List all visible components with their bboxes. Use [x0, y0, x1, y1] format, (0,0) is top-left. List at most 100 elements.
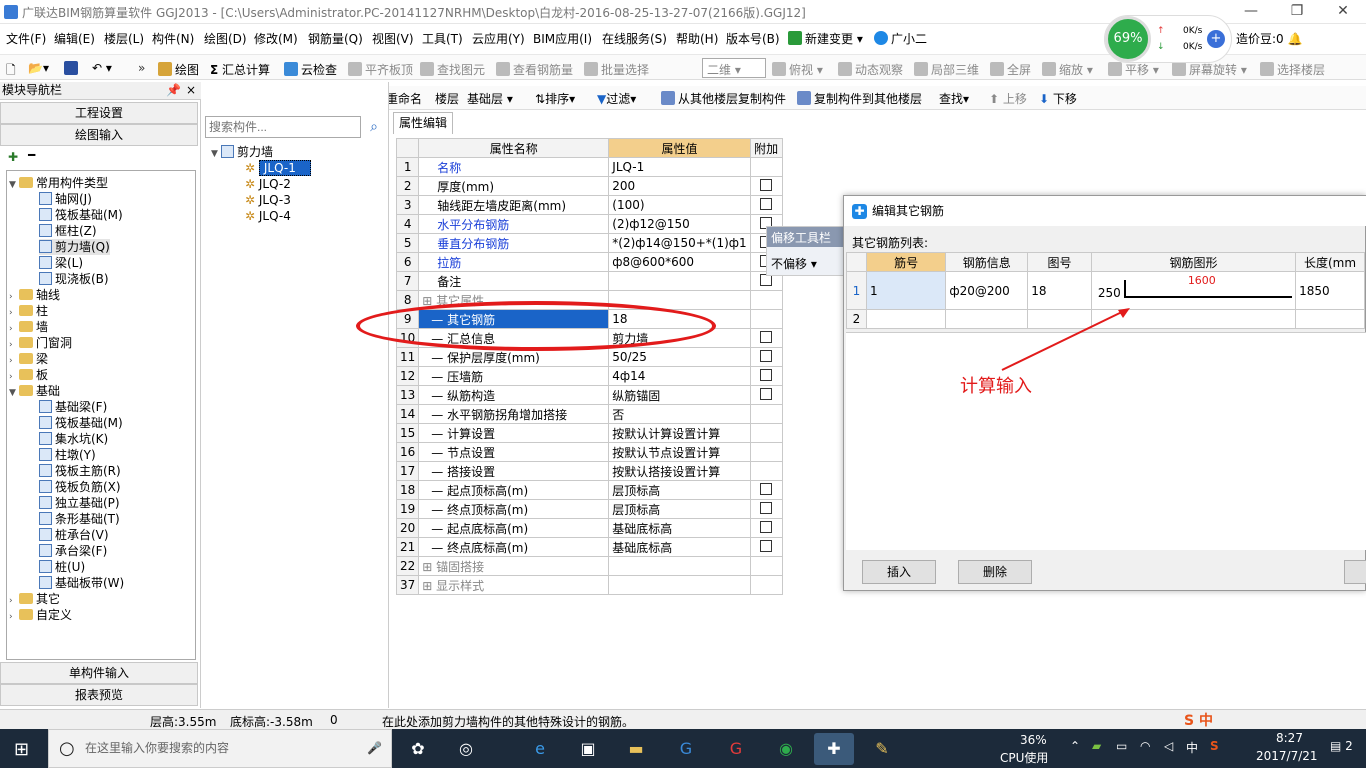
menu-floor[interactable]: 楼层(L) — [104, 30, 144, 47]
prop-value-cell[interactable]: 层顶标高 — [608, 480, 751, 500]
extra-checkbox[interactable] — [760, 178, 773, 191]
table-row[interactable]: 22 ⊞ 锚固搭接 — [395, 556, 783, 576]
table-row[interactable]: 6 拉筋 ф8@600*600 — [395, 252, 783, 272]
menu-new-change[interactable]: 新建变更 ▾ — [788, 30, 863, 47]
find-element-button[interactable]: 查找图元 — [420, 61, 485, 78]
view-mode-select[interactable]: 二维 ▾ — [702, 58, 766, 78]
menu-version[interactable]: 版本号(B) — [726, 30, 780, 47]
local-3d-button[interactable]: 局部三维 — [914, 61, 979, 78]
move-up-button[interactable]: ⬆ 上移 — [989, 90, 1027, 107]
tree-node-wall[interactable]: › 墙 — [9, 319, 48, 335]
tree-node-custom[interactable]: › 自定义 — [9, 607, 72, 623]
search-icon[interactable]: ⌕ — [363, 116, 385, 138]
prop-value-cell[interactable]: 50/25 — [608, 347, 751, 367]
project-settings-button[interactable]: 工程设置 — [0, 102, 198, 124]
pane-close-icon[interactable]: × — [186, 82, 196, 99]
length-cell[interactable] — [1295, 309, 1365, 329]
copy-from-floor-button[interactable]: 从其他楼层复制构件 — [661, 90, 786, 107]
table-row[interactable]: 2 厚度(mm) 200 — [395, 176, 783, 196]
tree-item-raft-main-rebar[interactable]: 筏板主筋(R) — [39, 463, 121, 479]
extra-checkbox[interactable] — [760, 501, 773, 514]
tree-item-slab[interactable]: 现浇板(B) — [39, 271, 109, 287]
tree-item-raft[interactable]: 筏板基础(M) — [39, 207, 123, 223]
table-row[interactable]: 21— 终点底标高(m) 基础底标高 — [395, 537, 783, 557]
component-item[interactable]: ✲ JLQ-1 — [245, 160, 311, 176]
taskbar-app-notes[interactable]: ✎ — [862, 733, 902, 765]
component-item[interactable]: ✲ JLQ-4 — [245, 208, 291, 224]
tree-item-raft-foundation[interactable]: 筏板基础(M) — [39, 415, 123, 431]
tray-volume-icon[interactable]: ◁ — [1164, 739, 1173, 753]
prop-value-cell[interactable]: *(2)ф14@150+*(1)ф1 — [608, 233, 751, 253]
mic-icon[interactable]: 🎤 — [367, 730, 382, 767]
dynamic-view-button[interactable]: 动态观察 — [838, 61, 903, 78]
prop-value-cell[interactable]: 按默认搭接设置计算 — [608, 461, 751, 481]
extra-checkbox[interactable] — [760, 368, 773, 381]
prop-value-cell[interactable]: 基础底标高 — [608, 537, 751, 557]
undo-icon[interactable]: ↶ ▾ — [92, 61, 112, 75]
table-row[interactable]: 20— 起点底标高(m) 基础底标高 — [395, 518, 783, 538]
delete-button[interactable]: 删除 — [958, 560, 1032, 584]
filter-button[interactable]: ▼过滤▾ — [597, 90, 636, 107]
menu-tools[interactable]: 工具(T) — [422, 30, 463, 47]
table-row[interactable]: 13— 纵筋构造 纵筋锚固 — [395, 385, 783, 405]
extra-checkbox[interactable] — [760, 539, 773, 552]
sogou-ime-icon[interactable]: S 中 — [1184, 710, 1213, 730]
prop-value-cell[interactable]: 200 — [608, 176, 751, 196]
menu-online[interactable]: 在线服务(S) — [602, 30, 667, 47]
tray-nvidia-icon[interactable]: ▰ — [1092, 739, 1101, 753]
prop-value-cell[interactable]: 4ф14 — [608, 366, 751, 386]
open-file-icon[interactable]: 📂▾ — [28, 61, 49, 75]
copy-to-floor-button[interactable]: 复制构件到其他楼层 — [797, 90, 922, 107]
draw-input-button[interactable]: 绘图输入 — [0, 124, 198, 146]
single-component-input-button[interactable]: 单构件输入 — [0, 662, 198, 684]
overhead-view-button[interactable]: 俯视 ▾ — [772, 61, 823, 78]
tray-date[interactable]: 2017/7/21 — [1256, 749, 1318, 763]
menu-view[interactable]: 视图(V) — [372, 30, 414, 47]
save-icon[interactable] — [64, 61, 81, 76]
taskbar-app-explorer[interactable]: ▬ — [616, 733, 656, 765]
plus-icon[interactable]: + — [1207, 30, 1225, 48]
prop-value-cell[interactable]: 层顶标高 — [608, 499, 751, 519]
notification-icon[interactable]: ▤ 2 — [1330, 739, 1353, 753]
table-row[interactable]: 19— 终点顶标高(m) 层顶标高 — [395, 499, 783, 519]
taskbar-app-glodon[interactable]: G — [666, 733, 706, 765]
tray-chevron-icon[interactable]: ⌃ — [1070, 739, 1080, 753]
menu-draw[interactable]: 绘图(D) — [204, 30, 247, 47]
taskbar-app-pinwheel[interactable]: ✿ — [398, 733, 438, 765]
tree-item-pile-cap[interactable]: 桩承台(V) — [39, 527, 109, 543]
tree-item-axis-grid[interactable]: 轴网(J) — [39, 191, 92, 207]
taskbar-app-browser[interactable]: ◎ — [446, 733, 486, 765]
extra-checkbox[interactable] — [760, 387, 773, 400]
more-button[interactable] — [1344, 560, 1366, 584]
tree-item-strip-footing[interactable]: 条形基础(T) — [39, 511, 120, 527]
tray-battery-icon[interactable]: ▭ — [1116, 739, 1127, 753]
tree-node-other[interactable]: › 其它 — [9, 591, 60, 607]
table-row[interactable]: 3 轴线距左墙皮距离(mm) (100) — [395, 195, 783, 215]
tree-node-shear-wall[interactable]: ▼ 剪力墙 — [211, 144, 273, 160]
tree-item-pile[interactable]: 桩(U) — [39, 559, 85, 575]
taskbar-app-edge[interactable]: e — [520, 733, 560, 765]
extra-checkbox[interactable] — [760, 520, 773, 533]
table-row[interactable]: 37 ⊞ 显示样式 — [395, 575, 783, 595]
table-row[interactable]: 15— 计算设置 按默认计算设置计算 — [395, 423, 783, 443]
prop-value-cell[interactable]: 纵筋锚固 — [608, 385, 751, 405]
taskbar-app-360[interactable]: ◉ — [766, 733, 806, 765]
prop-value-cell[interactable]: 基础底标高 — [608, 518, 751, 538]
prop-value-cell[interactable]: (2)ф12@150 — [608, 214, 751, 234]
prop-value-cell[interactable]: 否 — [608, 404, 751, 424]
menu-cloud[interactable]: 云应用(Y) — [472, 30, 525, 47]
prop-value-cell[interactable] — [608, 575, 751, 595]
screen-rotate-button[interactable]: 屏幕旋转 ▾ — [1172, 61, 1247, 78]
tree-item-raft-neg-rebar[interactable]: 筏板负筋(X) — [39, 479, 121, 495]
tree-item-isolated-footing[interactable]: 独立基础(P) — [39, 495, 120, 511]
taskbar-app-store[interactable]: ▣ — [568, 733, 608, 765]
tree-item-beam[interactable]: 梁(L) — [39, 255, 83, 271]
prop-value-cell[interactable]: 按默认计算设置计算 — [608, 423, 751, 443]
expand-all-icon[interactable]: ✚ — [8, 150, 18, 164]
tray-wifi-icon[interactable]: ◠ — [1140, 739, 1150, 753]
cloud-check-button[interactable]: 云检查 — [284, 61, 337, 78]
rebar-id-cell[interactable]: 1 — [865, 271, 947, 310]
menu-component[interactable]: 构件(N) — [152, 30, 194, 47]
taskbar-app-glodon2[interactable]: G — [716, 733, 756, 765]
pan-button[interactable]: 平移 ▾ — [1108, 61, 1159, 78]
